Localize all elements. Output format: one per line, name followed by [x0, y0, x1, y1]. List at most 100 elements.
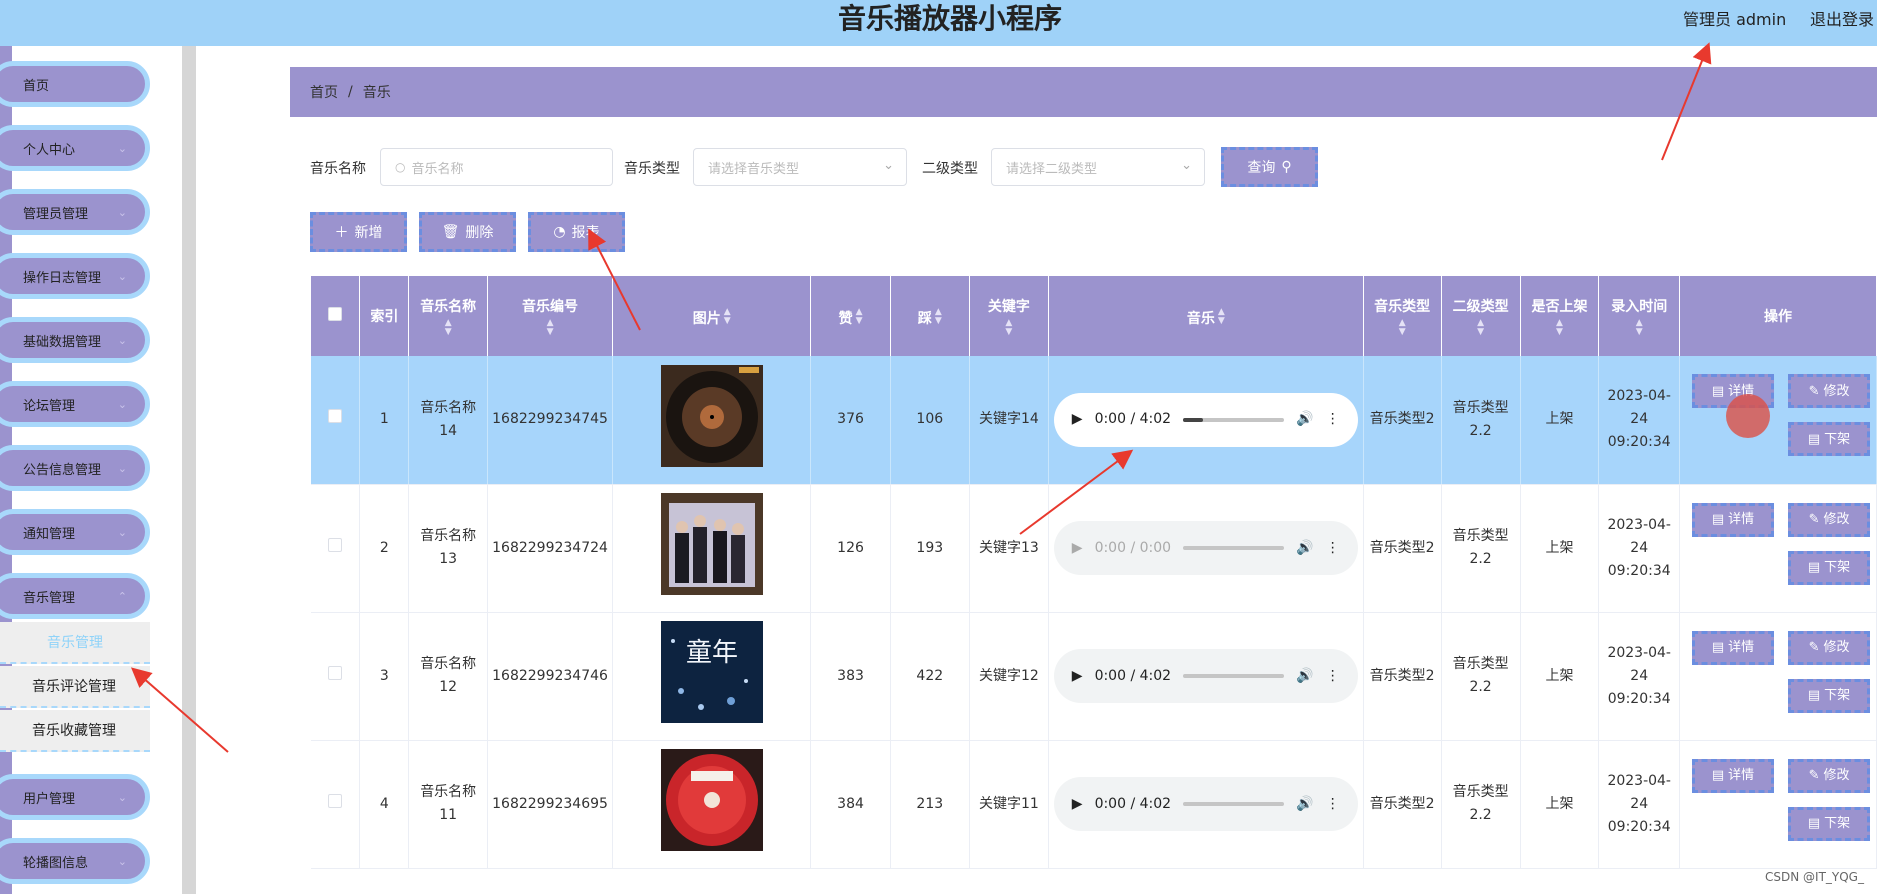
- row-actions: ▤ 详情 ✎ 修改 ▤ 下架: [1679, 740, 1877, 869]
- submenu-item-music-comments[interactable]: 音乐评论管理: [0, 666, 150, 708]
- delete-button[interactable]: 🗑 删除: [419, 212, 516, 252]
- music-name-label: 音乐名称: [310, 161, 366, 177]
- col-type[interactable]: 音乐类型 ▲ ▼: [1363, 276, 1442, 356]
- volume-icon[interactable]: 🔊: [1296, 537, 1313, 560]
- plus-icon: ＋: [334, 225, 349, 241]
- chevron-down-icon: ⌄: [117, 206, 127, 219]
- row-number: 1682299234695: [487, 740, 613, 869]
- col-likes[interactable]: 赞 ▲ ▼: [810, 276, 891, 356]
- col-dislikes[interactable]: 踩 ▲ ▼: [890, 276, 970, 356]
- row-name: 音乐名称11: [408, 740, 489, 869]
- row-type: 音乐类型2: [1363, 612, 1442, 741]
- audio-player[interactable]: ▶ 0:00 / 0:00 🔊 ⋮: [1053, 521, 1358, 575]
- volume-icon[interactable]: 🔊: [1296, 408, 1313, 431]
- volume-icon[interactable]: 🔊: [1296, 793, 1313, 816]
- report-button[interactable]: ◔ 报表: [528, 212, 625, 252]
- sidebar-item-carousel[interactable]: 轮播图信息 ⌄: [0, 838, 150, 884]
- play-icon[interactable]: ▶: [1072, 537, 1083, 560]
- detail-button[interactable]: ▤ 详情: [1692, 502, 1775, 537]
- play-icon[interactable]: ▶: [1072, 408, 1083, 431]
- col-name[interactable]: 音乐名称 ▲ ▼: [408, 276, 489, 356]
- sidebar-item-admin[interactable]: 管理员管理 ⌄: [0, 189, 150, 235]
- music-name-input[interactable]: ○ 音乐名称: [380, 148, 613, 186]
- audio-player[interactable]: ▶ 0:00 / 4:02 🔊 ⋮: [1053, 392, 1358, 447]
- edit-button[interactable]: ✎ 修改: [1788, 502, 1871, 537]
- pencil-icon: ✎: [1808, 512, 1820, 527]
- sidebar-scrollbar[interactable]: [182, 46, 196, 894]
- sidebar-item-profile[interactable]: 个人中心 ⌄: [0, 125, 150, 171]
- row-checkbox[interactable]: [311, 484, 361, 613]
- col-listed[interactable]: 是否上架 ▲ ▼: [1520, 276, 1600, 356]
- volume-icon[interactable]: 🔊: [1296, 665, 1313, 688]
- sidebar-item-notice[interactable]: 公告信息管理 ⌄: [0, 445, 150, 491]
- table-row[interactable]: 1 音乐名称14 1682299234745 376 106 关键字14 ▶ 0…: [311, 356, 1877, 485]
- audio-seek-bar[interactable]: [1183, 546, 1285, 550]
- row-image[interactable]: [612, 356, 812, 485]
- unlist-button[interactable]: ▤ 下架: [1788, 550, 1871, 585]
- submenu-item-music-favorites[interactable]: 音乐收藏管理: [0, 710, 150, 752]
- row-image[interactable]: [612, 740, 812, 869]
- col-subtype[interactable]: 二级类型 ▲ ▼: [1441, 276, 1521, 356]
- submenu-item-music[interactable]: 音乐管理: [0, 622, 150, 664]
- audio-seek-bar[interactable]: [1183, 674, 1285, 678]
- col-time[interactable]: 录入时间 ▲ ▼: [1598, 276, 1681, 356]
- unlist-button[interactable]: ▤ 下架: [1788, 806, 1871, 841]
- col-number[interactable]: 音乐编号 ▲ ▼: [487, 276, 613, 356]
- more-icon[interactable]: ⋮: [1326, 793, 1340, 816]
- table-row[interactable]: 3 音乐名称12 1682299234746 童年 383 422 关键字12 …: [311, 612, 1877, 741]
- audio-seek-bar[interactable]: [1183, 802, 1285, 806]
- music-type-select[interactable]: 请选择音乐类型 ⌄: [693, 148, 907, 186]
- row-image[interactable]: 童年: [612, 612, 812, 741]
- col-image[interactable]: 图片 ▲ ▼: [612, 276, 812, 356]
- play-icon[interactable]: ▶: [1072, 793, 1083, 816]
- select-all-checkbox[interactable]: [311, 276, 361, 356]
- table-row[interactable]: 2 音乐名称13 1682299234724 126 193 关键字13 ▶ 0…: [311, 484, 1877, 613]
- watermark: CSDN @IT_YQG_: [1765, 870, 1864, 884]
- sort-icon: ▲ ▼: [546, 317, 554, 337]
- sidebar-item-basedata[interactable]: 基础数据管理 ⌄: [0, 317, 150, 363]
- subtype-select[interactable]: 请选择二级类型 ⌄: [991, 148, 1205, 186]
- logout-link[interactable]: 退出登录: [1810, 6, 1874, 30]
- row-checkbox[interactable]: [311, 740, 361, 869]
- row-image[interactable]: [612, 484, 812, 613]
- chevron-down-icon: ⌄: [883, 158, 894, 173]
- breadcrumb-home[interactable]: 首页: [310, 82, 338, 102]
- more-icon[interactable]: ⋮: [1326, 665, 1340, 688]
- pencil-icon: ✎: [1808, 768, 1820, 783]
- audio-player[interactable]: ▶ 0:00 / 4:02 🔊 ⋮: [1053, 649, 1358, 703]
- col-keyword[interactable]: 关键字 ▲ ▼: [969, 276, 1049, 356]
- sidebar-item-label: 轮播图信息: [23, 855, 89, 871]
- col-music[interactable]: 音乐 ▲ ▼: [1048, 276, 1364, 356]
- detail-button[interactable]: ▤ 详情: [1692, 630, 1775, 665]
- audio-seek-bar[interactable]: [1183, 417, 1285, 422]
- edit-button[interactable]: ✎ 修改: [1788, 630, 1871, 665]
- more-icon[interactable]: ⋮: [1326, 537, 1340, 560]
- document-icon: ▤: [1711, 512, 1725, 527]
- unlist-button[interactable]: ▤ 下架: [1788, 678, 1871, 713]
- edit-button[interactable]: ✎ 修改: [1788, 374, 1871, 408]
- more-icon[interactable]: ⋮: [1326, 408, 1340, 431]
- query-button[interactable]: 查询 ⚲: [1221, 147, 1318, 187]
- sidebar-item-home[interactable]: 首页: [0, 61, 150, 107]
- row-index: 4: [359, 740, 410, 869]
- row-checkbox[interactable]: [311, 356, 361, 485]
- row-actions: ▤ 详情 ✎ 修改 ▤ 下架: [1679, 356, 1877, 485]
- sidebar-item-oplog[interactable]: 操作日志管理 ⌄: [0, 253, 150, 299]
- play-icon[interactable]: ▶: [1072, 665, 1083, 688]
- audio-player[interactable]: ▶ 0:00 / 4:02 🔊 ⋮: [1053, 777, 1358, 831]
- table-row[interactable]: 4 音乐名称11 1682299234695 384 213 关键字11 ▶ 0…: [311, 740, 1877, 869]
- sidebar-item-forum[interactable]: 论坛管理 ⌄: [0, 381, 150, 427]
- sidebar-item-label: 基础数据管理: [23, 334, 102, 350]
- sidebar-item-notify[interactable]: 通知管理 ⌄: [0, 509, 150, 555]
- music-name-placeholder: 音乐名称: [411, 161, 464, 177]
- row-keyword: 关键字12: [969, 612, 1049, 741]
- sidebar-item-users[interactable]: 用户管理 ⌄: [0, 774, 150, 820]
- row-checkbox[interactable]: [311, 612, 361, 741]
- detail-button[interactable]: ▤ 详情: [1692, 758, 1775, 793]
- edit-button[interactable]: ✎ 修改: [1788, 758, 1871, 793]
- unlist-button[interactable]: ▤ 下架: [1788, 422, 1871, 456]
- sidebar-item-music[interactable]: 音乐管理 ⌃: [0, 573, 150, 619]
- add-button[interactable]: ＋ 新增: [310, 212, 407, 252]
- childhood-album-cover-icon: 童年: [660, 621, 763, 723]
- click-indicator: [1726, 394, 1770, 438]
